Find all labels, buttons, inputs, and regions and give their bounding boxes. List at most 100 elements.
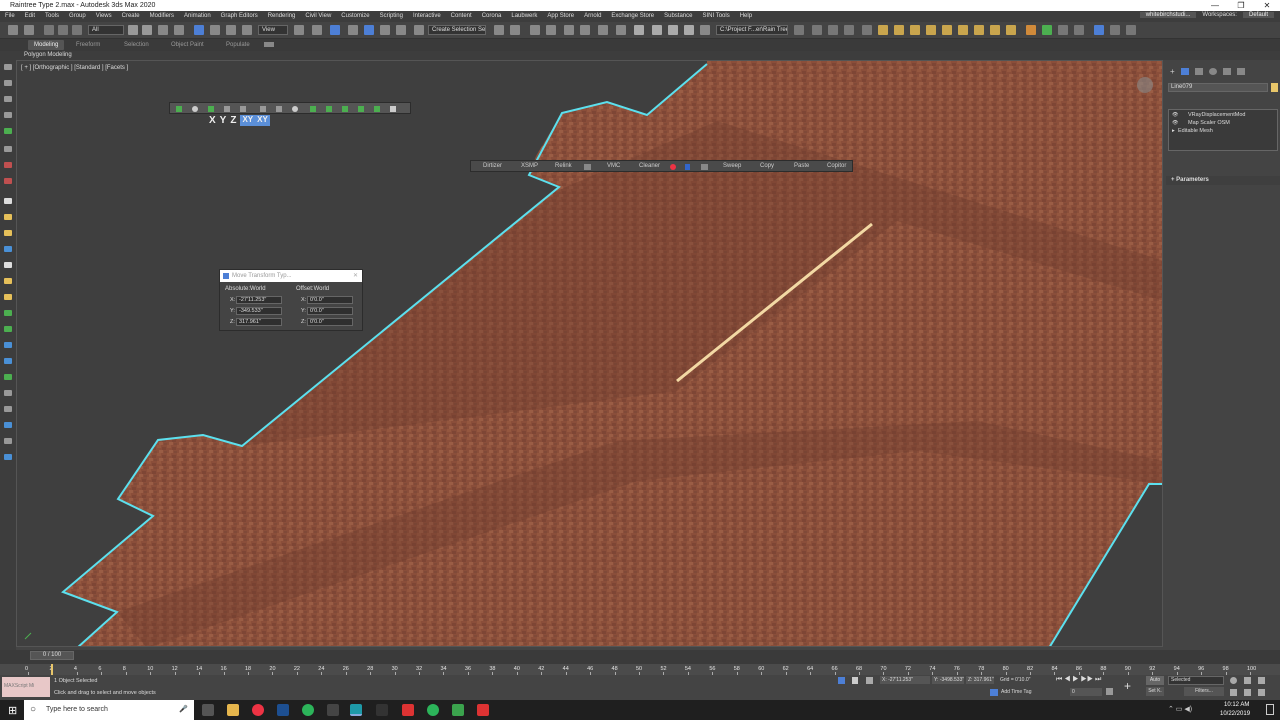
constraint-icon-13[interactable] xyxy=(374,106,380,112)
select-manipulate-icon[interactable] xyxy=(312,25,322,35)
left-tool-icon-11[interactable] xyxy=(4,246,12,252)
pivot-icon[interactable] xyxy=(294,25,304,35)
sweep-button[interactable]: Sweep xyxy=(723,161,741,172)
select-object-icon[interactable] xyxy=(128,25,138,35)
tab-freeform[interactable]: Freeform xyxy=(76,40,100,50)
modifier-item-vray[interactable]: 👁 VRayDisplacementMod xyxy=(1172,112,1245,118)
coord-z-field[interactable]: Z: 317.961" xyxy=(966,676,994,684)
vmc-button[interactable]: VMC xyxy=(607,161,620,172)
constraint-icon-11[interactable] xyxy=(342,106,348,112)
clock-date[interactable]: 10/22/2019 xyxy=(1220,711,1250,717)
abs-x-field[interactable]: -27'11.253" xyxy=(236,296,282,304)
tool-icon-j[interactable] xyxy=(958,25,968,35)
tool-icon-c[interactable] xyxy=(844,25,854,35)
orbit-icon[interactable] xyxy=(1258,689,1265,696)
taskbar-search[interactable]: ○ Type here to search 🎤 xyxy=(24,700,194,720)
constraint-icon-14[interactable] xyxy=(390,106,396,112)
windows-start-icon[interactable]: ⊞ xyxy=(8,704,17,717)
off-x-field[interactable]: 0'0.0" xyxy=(307,296,353,304)
menu-interactive[interactable]: Interactive xyxy=(408,11,446,22)
menu-substance[interactable]: Substance xyxy=(659,11,697,22)
snaps-toggle-icon[interactable] xyxy=(348,25,358,35)
align-icon[interactable] xyxy=(510,25,520,35)
abs-z-field[interactable]: 317.961" xyxy=(236,318,282,326)
tool-icon-g[interactable] xyxy=(910,25,920,35)
window-crossing-icon[interactable] xyxy=(174,25,184,35)
scale-icon[interactable] xyxy=(226,25,236,35)
3dsmax-taskbar-icon[interactable] xyxy=(350,704,362,716)
key-mode-icon[interactable]: + xyxy=(1124,679,1131,693)
tool-icon-d[interactable] xyxy=(862,25,872,35)
placement-icon[interactable] xyxy=(242,25,252,35)
app-star-icon[interactable] xyxy=(327,704,339,716)
unlink-icon[interactable] xyxy=(58,25,68,35)
coord-y-field[interactable]: Y: -3498.533" xyxy=(932,676,964,684)
rendered-frame-icon[interactable] xyxy=(634,25,644,35)
maxscript-listener[interactable]: MAXScript Mi xyxy=(2,677,50,697)
left-tool-icon-18[interactable] xyxy=(4,358,12,364)
object-name-field[interactable]: Line079 xyxy=(1168,83,1268,92)
axis-x-button[interactable]: X xyxy=(209,115,216,126)
tab-populate[interactable]: Populate xyxy=(226,40,250,50)
constraint-icon-12[interactable] xyxy=(358,106,364,112)
mirror-icon[interactable] xyxy=(494,25,504,35)
track-bar[interactable]: 0246810121416182022242628303234363840424… xyxy=(0,664,1280,675)
relink-button[interactable]: Relink xyxy=(555,161,572,172)
menu-create[interactable]: Create xyxy=(117,11,145,22)
left-tool-icon-10[interactable] xyxy=(4,230,12,236)
menu-scripting[interactable]: Scripting xyxy=(375,11,408,22)
constraint-icon-6[interactable] xyxy=(260,106,266,112)
abs-y-field[interactable]: -349.533" xyxy=(236,307,282,315)
modifier-item-mapscaler[interactable]: 👁 Map Scaler OSM xyxy=(1172,120,1230,126)
render-icon[interactable] xyxy=(652,25,662,35)
left-tool-icon-24[interactable] xyxy=(4,454,12,460)
material-editor-icon[interactable] xyxy=(598,25,608,35)
left-tool-icon-14[interactable] xyxy=(4,294,12,300)
menu-customize[interactable]: Customize xyxy=(336,11,374,22)
left-tool-icon-23[interactable] xyxy=(4,438,12,444)
xsmp-button[interactable]: XSMP xyxy=(521,161,538,172)
constraint-icon-7[interactable] xyxy=(276,106,282,112)
bind-spacewarp-icon[interactable] xyxy=(72,25,82,35)
link-icon[interactable] xyxy=(44,25,54,35)
percent-snap-icon[interactable] xyxy=(380,25,390,35)
left-tool-icon-9[interactable] xyxy=(4,214,12,220)
auto-key-button[interactable]: Auto xyxy=(1146,676,1164,685)
menu-laubwerk[interactable]: Laubwerk xyxy=(506,11,542,22)
spinner-snap-icon[interactable] xyxy=(396,25,406,35)
clock-time[interactable]: 10:12 AM xyxy=(1224,702,1249,708)
left-tool-icon-17[interactable] xyxy=(4,342,12,348)
chrome-icon[interactable] xyxy=(252,704,264,716)
app-red-icon[interactable] xyxy=(402,704,414,716)
curve-editor-icon[interactable] xyxy=(564,25,574,35)
off-y-field[interactable]: 0'0.0" xyxy=(307,307,353,315)
cleaner-button[interactable]: Cleaner xyxy=(639,161,660,172)
file-explorer-icon[interactable] xyxy=(227,704,239,716)
left-tool-icon-3[interactable] xyxy=(4,112,12,118)
select-by-name-icon[interactable] xyxy=(142,25,152,35)
tool-icon-a[interactable] xyxy=(812,25,822,35)
constraint-icon-5[interactable] xyxy=(240,106,246,112)
app-dark-icon[interactable] xyxy=(376,704,388,716)
tab-modeling[interactable]: Modeling xyxy=(28,40,65,50)
menu-app-store[interactable]: App Store xyxy=(542,11,579,22)
workspace-select[interactable]: Default xyxy=(1242,12,1274,18)
left-tool-icon-5[interactable] xyxy=(4,146,12,152)
lock-selection-icon[interactable] xyxy=(852,677,858,684)
dialog-titlebar[interactable]: Move Transform Typ... ✕ xyxy=(220,270,362,282)
undo-icon[interactable] xyxy=(8,25,18,35)
a360-icon[interactable] xyxy=(700,25,710,35)
left-tool-icon-1[interactable] xyxy=(4,80,12,86)
dirtizer-button[interactable]: Dirtizer xyxy=(483,161,502,172)
tool-icon-k[interactable] xyxy=(974,25,984,35)
axis-y-button[interactable]: Y xyxy=(220,115,227,126)
constraint-icon-3[interactable] xyxy=(208,106,214,112)
left-tool-icon-12[interactable] xyxy=(4,262,12,268)
left-tool-icon-13[interactable] xyxy=(4,278,12,284)
menu-edit[interactable]: Edit xyxy=(20,11,40,22)
modifier-item-editable-mesh[interactable]: ▸ Editable Mesh xyxy=(1172,128,1213,134)
script-icon-blue[interactable] xyxy=(685,164,690,170)
tool-icon-n[interactable] xyxy=(1026,25,1036,35)
layer-explorer-icon[interactable] xyxy=(530,25,540,35)
dialog-close-icon[interactable]: ✕ xyxy=(353,270,358,282)
